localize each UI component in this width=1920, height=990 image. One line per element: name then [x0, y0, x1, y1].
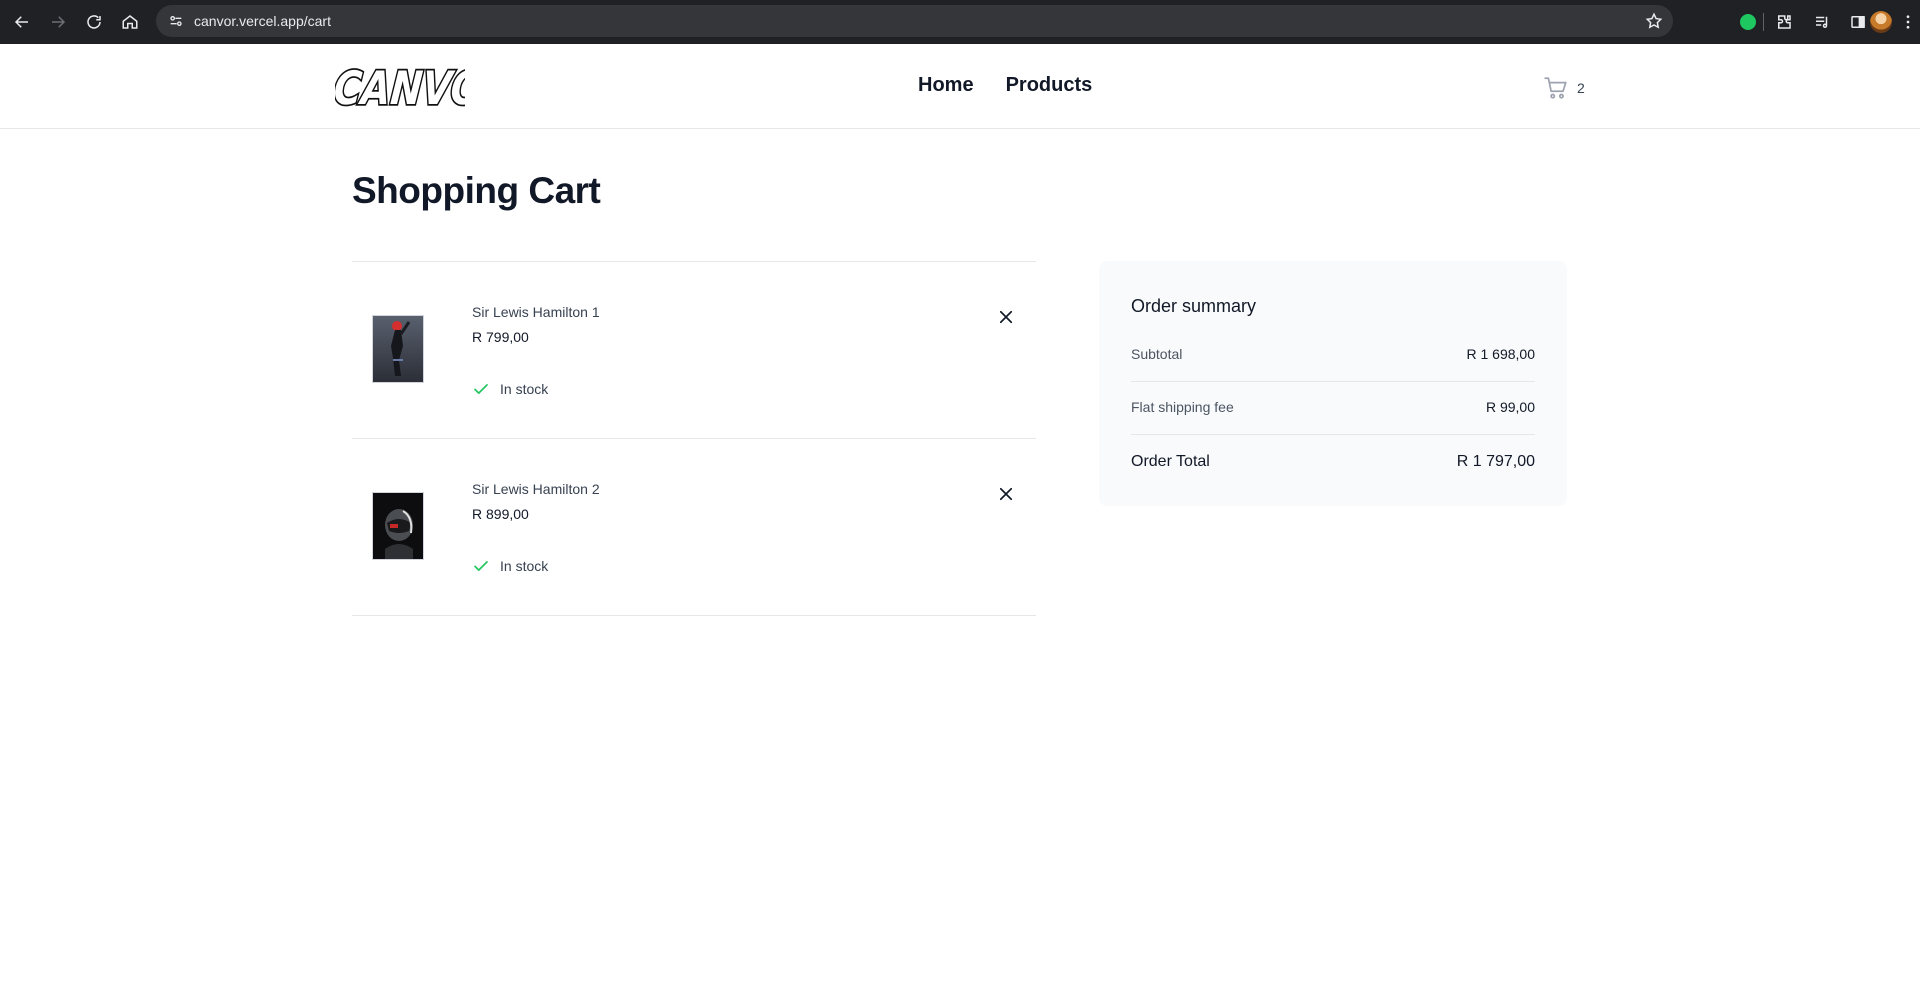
url-text: canvor.vercel.app/cart [194, 13, 331, 29]
more-menu-icon[interactable] [1898, 12, 1918, 32]
product-price: R 799,00 [472, 329, 529, 345]
nav-home-link[interactable]: Home [918, 74, 974, 97]
shopping-cart-icon [1544, 77, 1567, 99]
shipping-label: Flat shipping fee [1131, 399, 1234, 415]
profile-avatar[interactable] [1870, 11, 1892, 33]
site-header: CANVOR Home Products 2 [0, 44, 1920, 129]
subtotal-row: Subtotal R 1 698,00 [1131, 346, 1535, 362]
toolbar-divider [1763, 13, 1764, 31]
order-total-label: Order Total [1131, 453, 1210, 470]
check-icon [474, 561, 488, 571]
stock-label: In stock [500, 381, 549, 397]
extensions-puzzle-icon[interactable] [1774, 12, 1794, 32]
cart-button[interactable]: 2 [1543, 75, 1585, 101]
nav-products-link[interactable]: Products [1006, 74, 1093, 97]
cart-item: Sir Lewis Hamilton 2 R 899,00 In stock [352, 439, 1036, 616]
address-bar[interactable]: canvor.vercel.app/cart [156, 5, 1673, 37]
site-settings-icon[interactable] [166, 11, 186, 31]
shipping-value: R 99,00 [1485, 399, 1535, 415]
media-controls-icon[interactable] [1812, 12, 1832, 32]
subtotal-value: R 1 698,00 [1466, 346, 1536, 362]
product-price: R 899,00 [472, 506, 529, 522]
order-summary-panel: Order summary Subtotal R 1 698,00 Flat s… [1099, 261, 1567, 506]
side-panel-icon[interactable] [1848, 12, 1868, 32]
order-summary-title: Order summary [1131, 296, 1257, 316]
main-nav: Home Products [918, 74, 1092, 97]
order-total-row: Order Total R 1 797,00 [1131, 453, 1535, 471]
check-icon [474, 384, 488, 394]
stock-label: In stock [500, 558, 549, 574]
canvor-logo[interactable]: CANVOR [330, 57, 516, 117]
home-icon [122, 15, 138, 29]
product-image-racing-driver-1 [373, 316, 423, 382]
reload-button[interactable] [80, 8, 108, 36]
product-thumbnail[interactable] [372, 492, 424, 560]
arrow-left-icon [14, 16, 28, 28]
bookmark-star-icon[interactable] [1645, 12, 1663, 30]
summary-divider [1131, 434, 1535, 435]
remove-item-button[interactable] [995, 483, 1017, 505]
svg-text:CANVOR: CANVOR [335, 61, 465, 113]
close-icon [999, 310, 1013, 324]
order-total-value: R 1 797,00 [1456, 453, 1535, 470]
cart-items-list: Sir Lewis Hamilton 1 R 799,00 In stock S… [352, 261, 1036, 616]
remove-item-button[interactable] [995, 306, 1017, 328]
close-icon [999, 487, 1013, 501]
subtotal-label: Subtotal [1131, 346, 1183, 362]
product-image-racing-driver-2 [373, 493, 423, 559]
cart-item: Sir Lewis Hamilton 1 R 799,00 In stock [352, 262, 1036, 439]
browser-toolbar: canvor.vercel.app/cart [0, 0, 1920, 44]
page-title: Shopping Cart [352, 170, 601, 211]
summary-divider [1131, 381, 1535, 382]
forward-button[interactable] [44, 8, 72, 36]
canvor-logo-wordmark: CANVOR [330, 60, 516, 117]
stock-status: In stock [472, 557, 548, 575]
cart-count-badge: 2 [1577, 80, 1585, 96]
home-button[interactable] [116, 8, 144, 36]
shipping-row: Flat shipping fee R 99,00 [1131, 399, 1535, 415]
product-name[interactable]: Sir Lewis Hamilton 2 [472, 481, 600, 497]
back-button[interactable] [8, 8, 36, 36]
reload-icon [87, 15, 101, 29]
arrow-right-icon [52, 16, 66, 28]
product-thumbnail[interactable] [372, 315, 424, 383]
product-name[interactable]: Sir Lewis Hamilton 1 [472, 304, 600, 320]
stock-status: In stock [472, 380, 548, 398]
extension-status-icon[interactable] [1740, 14, 1756, 30]
